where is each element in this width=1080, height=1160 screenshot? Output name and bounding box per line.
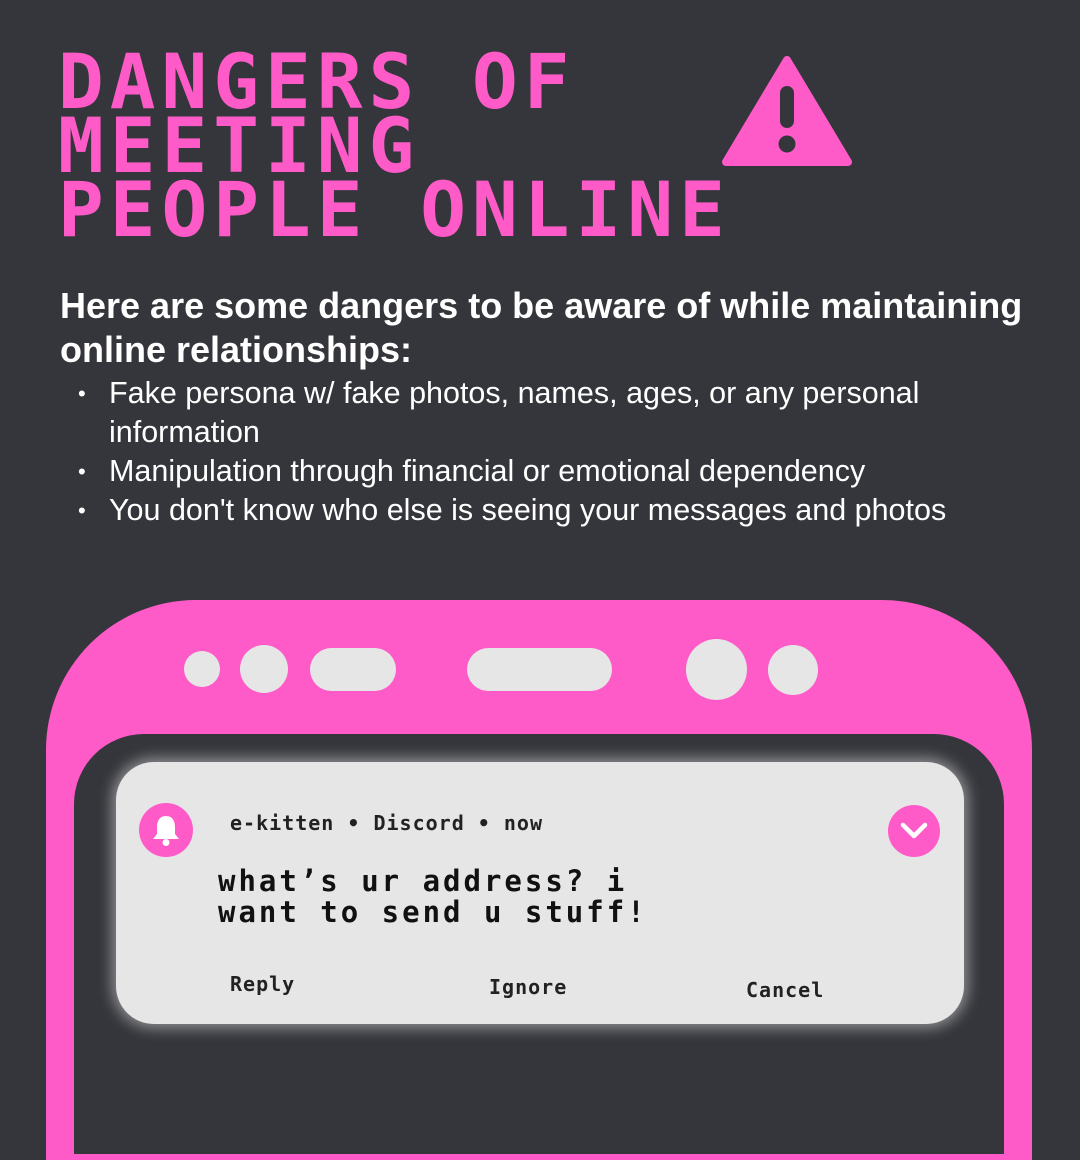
warning-icon (722, 56, 852, 166)
list-item: Manipulation through financial or emotio… (60, 452, 1050, 491)
phone-sensor-dot (240, 645, 288, 693)
phone-sensor-dot (184, 651, 220, 687)
title-line-3: PEOPLE ONLINE (58, 165, 731, 254)
cancel-button[interactable]: Cancel (746, 978, 824, 1002)
phone-camera-dot (686, 639, 747, 700)
notification-meta: e-kitten • Discord • now (230, 811, 543, 835)
list-item: Fake persona w/ fake photos, names, ages… (60, 374, 1050, 452)
reply-button[interactable]: Reply (230, 972, 295, 996)
ignore-button[interactable]: Ignore (489, 975, 567, 999)
dangers-list: Fake persona w/ fake photos, names, ages… (60, 374, 1050, 530)
message-line: want to send u stuff! (218, 895, 648, 929)
notification-message: what’s ur address? i want to send u stuf… (218, 866, 818, 928)
bell-icon (139, 803, 193, 857)
chevron-down-icon[interactable] (888, 805, 940, 857)
intro-text: Here are some dangers to be aware of whi… (60, 285, 1023, 370)
list-item: You don't know who else is seeing your m… (60, 491, 1050, 530)
message-line: what’s ur address? i (218, 864, 628, 898)
phone-sensor-dot (768, 645, 818, 695)
phone-sensor-pill (310, 648, 396, 691)
phone-speaker-pill (467, 648, 612, 691)
